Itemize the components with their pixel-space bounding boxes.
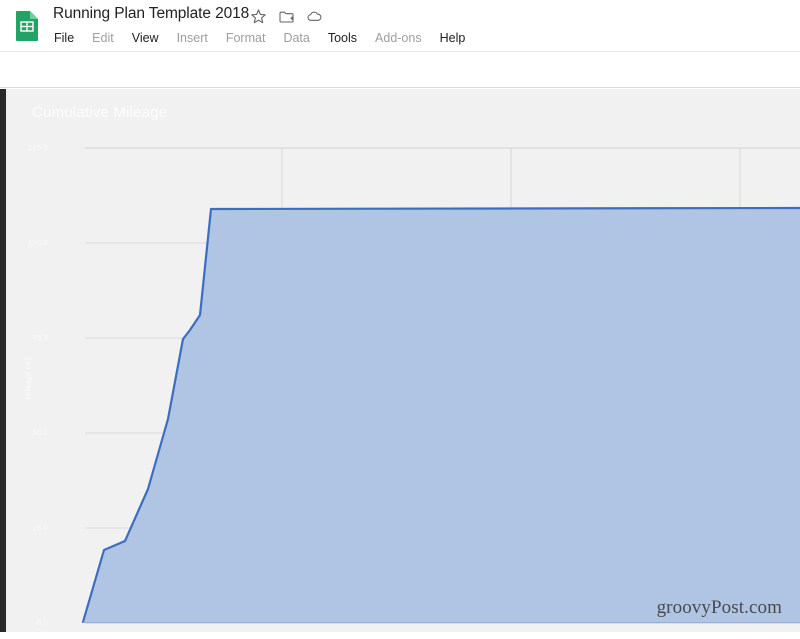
- toolbar-strip: [0, 52, 800, 88]
- bottom-white-strip: [0, 632, 800, 639]
- menu-tools[interactable]: Tools: [328, 30, 366, 46]
- cloud-icon[interactable]: [306, 8, 323, 25]
- star-icon[interactable]: [250, 8, 267, 25]
- menu-help[interactable]: Help: [440, 30, 475, 46]
- menu-insert[interactable]: Insert: [177, 30, 217, 46]
- menu-add-ons[interactable]: Add-ons: [375, 30, 431, 46]
- document-title[interactable]: Running Plan Template 2018: [53, 5, 249, 23]
- menu-data[interactable]: Data: [283, 30, 318, 46]
- move-to-folder-icon[interactable]: [278, 8, 295, 25]
- sheets-icon[interactable]: [14, 10, 40, 42]
- title-action-icons: [250, 8, 323, 25]
- menu-view[interactable]: View: [132, 30, 168, 46]
- menu-file[interactable]: File: [54, 30, 83, 46]
- watermark: groovyPost.com: [656, 597, 782, 618]
- menu-edit[interactable]: Edit: [92, 30, 123, 46]
- chart-container[interactable]: Cumulative Mileage Mileage (m) 125.0 100…: [0, 89, 800, 639]
- area-fill: [83, 208, 800, 622]
- sheets-window: Running Plan Template 2018 File Edit Vie…: [0, 0, 800, 639]
- document-header-bar: Running Plan Template 2018 File Edit Vie…: [0, 0, 800, 52]
- menu-bar: File Edit View Insert Format Data Tools …: [54, 30, 474, 46]
- menu-format[interactable]: Format: [226, 30, 275, 46]
- chart-plot-area: [81, 147, 800, 624]
